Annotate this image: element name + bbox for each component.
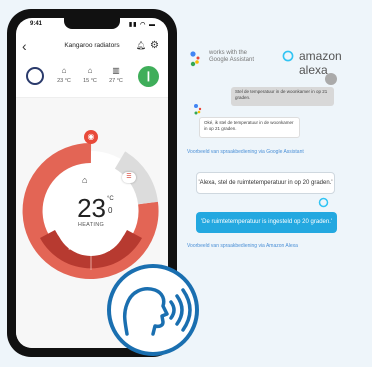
app-title: Kangaroo radiators bbox=[64, 42, 120, 49]
alexa-caption: Voorbeeld van spraakbediening via Amazon… bbox=[187, 243, 298, 249]
temperature-unit: °C bbox=[107, 196, 114, 202]
temperature-decimal: 0 bbox=[108, 206, 113, 215]
google-assistant-small-icon bbox=[194, 104, 202, 115]
alexa-logo-text: amazon alexa bbox=[299, 49, 342, 77]
gear-icon[interactable]: ⚙ bbox=[150, 40, 159, 51]
ga-caption: Voorbeeld van spraakbediening via Google… bbox=[187, 149, 304, 155]
power-toggle-button[interactable] bbox=[26, 67, 44, 85]
green-status-button[interactable]: ❙ bbox=[138, 66, 159, 87]
google-assistant-logo-icon bbox=[190, 51, 200, 67]
user-message-bubble: Stel de temperatuur in de woonkamer in o… bbox=[231, 87, 334, 106]
alexa-question-bubble: 'Alexa, stel de ruimtetemperatuur in op … bbox=[196, 172, 335, 194]
ga-logo-line1: works with the bbox=[209, 50, 248, 56]
increase-button[interactable]: + bbox=[106, 241, 113, 255]
sensor-outside: ⌂ 15 °C bbox=[78, 66, 102, 84]
sensor-room-value: 23 °C bbox=[57, 78, 71, 84]
google-assistant-logo-text: works with the Google Assistant bbox=[209, 50, 254, 64]
house-outline-icon: ⌂ bbox=[87, 66, 93, 75]
bell-icon[interactable]: 🔔︎ bbox=[136, 41, 146, 50]
flame-indicator-icon: ◉ bbox=[84, 130, 98, 144]
decrease-button[interactable]: − bbox=[68, 242, 75, 256]
schedule-tag-icon[interactable]: ☰ bbox=[122, 172, 136, 183]
temperature-value: 23 bbox=[77, 193, 106, 223]
alexa-logo-icon bbox=[282, 50, 294, 62]
sensor-radiator-value: 27 °C bbox=[109, 78, 123, 84]
sensor-row: ⌂ 23 °C ⌂ 15 °C ▥ 27 °C ❙ bbox=[16, 63, 168, 98]
back-arrow-icon[interactable]: ‹ bbox=[22, 38, 27, 54]
user-avatar-icon bbox=[325, 73, 337, 85]
radiator-icon: ▥ bbox=[112, 66, 120, 75]
alexa-answer-bubble: 'De ruimtetemperatuur is ingesteld op 20… bbox=[196, 212, 337, 233]
sensor-radiator: ▥ 27 °C bbox=[104, 66, 128, 84]
mode-label: HEATING bbox=[77, 222, 105, 228]
sensor-room: ⌂ 23 °C bbox=[52, 66, 76, 84]
assistant-reply-bubble: Oké, ik stel de temperatuur in de woonka… bbox=[199, 117, 300, 138]
alexa-small-icon bbox=[318, 197, 329, 208]
sensor-outside-value: 15 °C bbox=[83, 78, 97, 84]
app-bar: ‹ Kangaroo radiators 🔔︎ ⚙ bbox=[16, 36, 168, 60]
house-icon: ⌂ bbox=[61, 66, 67, 75]
voice-control-icon bbox=[107, 264, 199, 356]
ga-logo-line2: Google Assistant bbox=[209, 57, 255, 63]
status-time: 9:41 bbox=[30, 21, 43, 27]
status-bar: 9:41 ▮▮ ◠ ▬ bbox=[16, 21, 168, 30]
status-icons: ▮▮ ◠ ▬ bbox=[128, 22, 156, 28]
house-icon: ⌂ bbox=[82, 175, 88, 185]
